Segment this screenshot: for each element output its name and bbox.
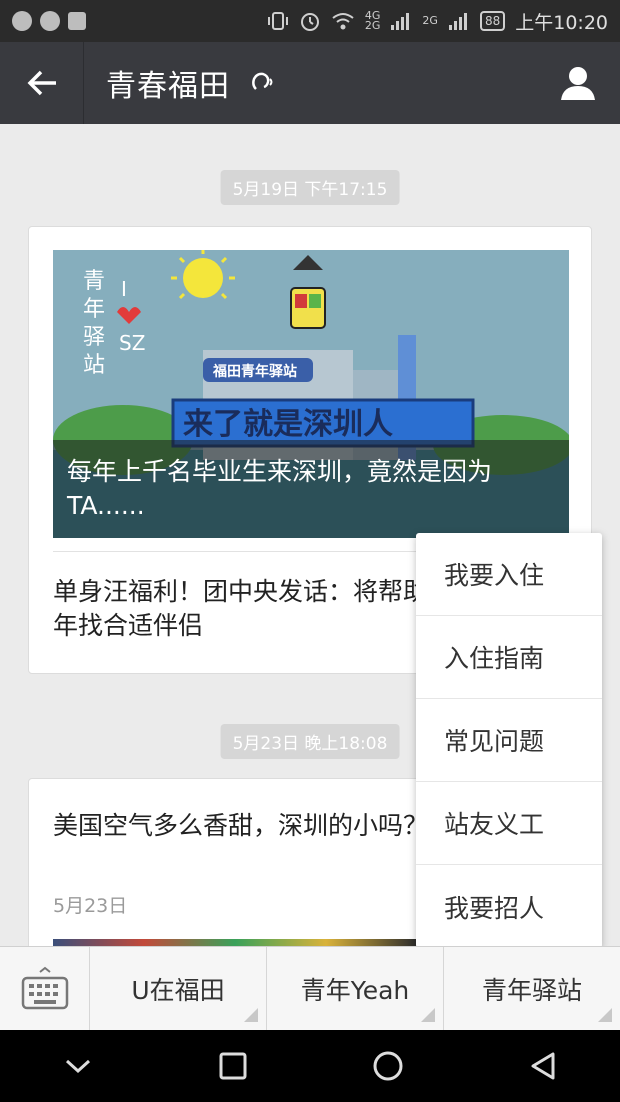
message-timestamp-2: 5月23日 晚上18:08 [220,724,400,759]
vibrate-icon [267,12,288,30]
menu-tab-label: 青年Yeah [300,975,410,1005]
navigation-bar [0,1030,620,1102]
menu-tab-qingnian-yeah[interactable]: 青年Yeah [267,947,444,1030]
article-title-2[interactable]: 美国空气多么香甜，深圳的小吗？ [53,809,433,843]
profile-button[interactable] [536,42,620,124]
cloud-icon [40,11,60,31]
battery-indicator: 88 [479,11,506,31]
system-back-button[interactable] [513,1036,573,1096]
menu-item-move-in[interactable]: 我要入住 [416,533,602,616]
status-bar: 4G 2G 2G 88 上午10:20 [0,0,620,42]
bottom-menu-bar: U在福田 青年Yeah 青年驿站 [0,946,620,1031]
sim2-type-label: 2G [422,14,438,27]
cover-vertical-char-4: 站 [83,353,105,378]
cover-vertical-char-2: 年 [83,297,105,322]
person-icon [561,67,595,100]
signal-icon [391,13,410,30]
recents-button[interactable] [203,1036,263,1096]
menu-tab-qingnian-yizhan[interactable]: 青年驿站 [444,947,620,1030]
message-notification-icon [12,11,32,31]
menu-item-recruit[interactable]: 我要招人 [416,865,602,948]
title-bar: 青春福田 [0,42,620,124]
submenu-corner-icon [244,1008,258,1022]
article-cover-image[interactable]: 青 年 驿 站 I SZ 福田青年驿站 来了就是深圳人 每年上千名毕业生来深圳，… [53,250,569,538]
back-button[interactable] [0,42,84,124]
keyboard-toggle-button[interactable] [0,947,90,1031]
menu-tab-label: 青年驿站 [481,975,582,1005]
ear-icon[interactable] [248,69,276,97]
home-button[interactable] [358,1036,418,1096]
cover-banner: 来了就是深圳人 [183,407,393,442]
back-triangle-icon [531,1052,554,1080]
hide-nav-button[interactable] [48,1036,108,1096]
submenu-corner-icon [598,1008,612,1022]
cover-slogan-i: I [121,277,127,301]
message-timestamp: 5月19日 下午17:15 [220,170,400,205]
chevron-down-icon [65,1059,90,1074]
cover-building-sign: 福田青年驿站 [212,363,297,380]
wifi-icon [332,13,354,30]
cover-vertical-char-3: 驿 [83,325,105,350]
keyboard-icon [21,966,68,1010]
cover-caption: 每年上千名毕业生来深圳，竟然是因为TA...... [53,440,569,538]
menu-tab-label: U在福田 [131,975,225,1005]
signal-icon-2 [448,13,467,30]
cover-vertical-char-1: 青 [83,269,105,294]
popup-menu: 我要入住 入住指南 常见问题 站友义工 我要招人 [416,533,602,948]
network-type-label: 4G 2G [364,9,381,32]
submenu-corner-icon [421,1008,435,1022]
clock: 上午10:20 [515,11,608,34]
menu-item-faq[interactable]: 常见问题 [416,699,602,782]
menu-item-volunteer[interactable]: 站友义工 [416,782,602,865]
page-title: 青春福田 [106,69,230,104]
menu-tab-u-zai-futian[interactable]: U在福田 [90,947,267,1030]
menu-item-guide[interactable]: 入住指南 [416,616,602,699]
cover-slogan-sz: SZ [119,331,145,355]
alarm-icon [300,13,319,31]
app-notification-icon [68,12,86,30]
recents-square-icon [219,1052,246,1080]
arrow-left-icon [27,70,56,96]
home-circle-icon [373,1051,402,1081]
article-date: 5月23日 [53,895,128,917]
